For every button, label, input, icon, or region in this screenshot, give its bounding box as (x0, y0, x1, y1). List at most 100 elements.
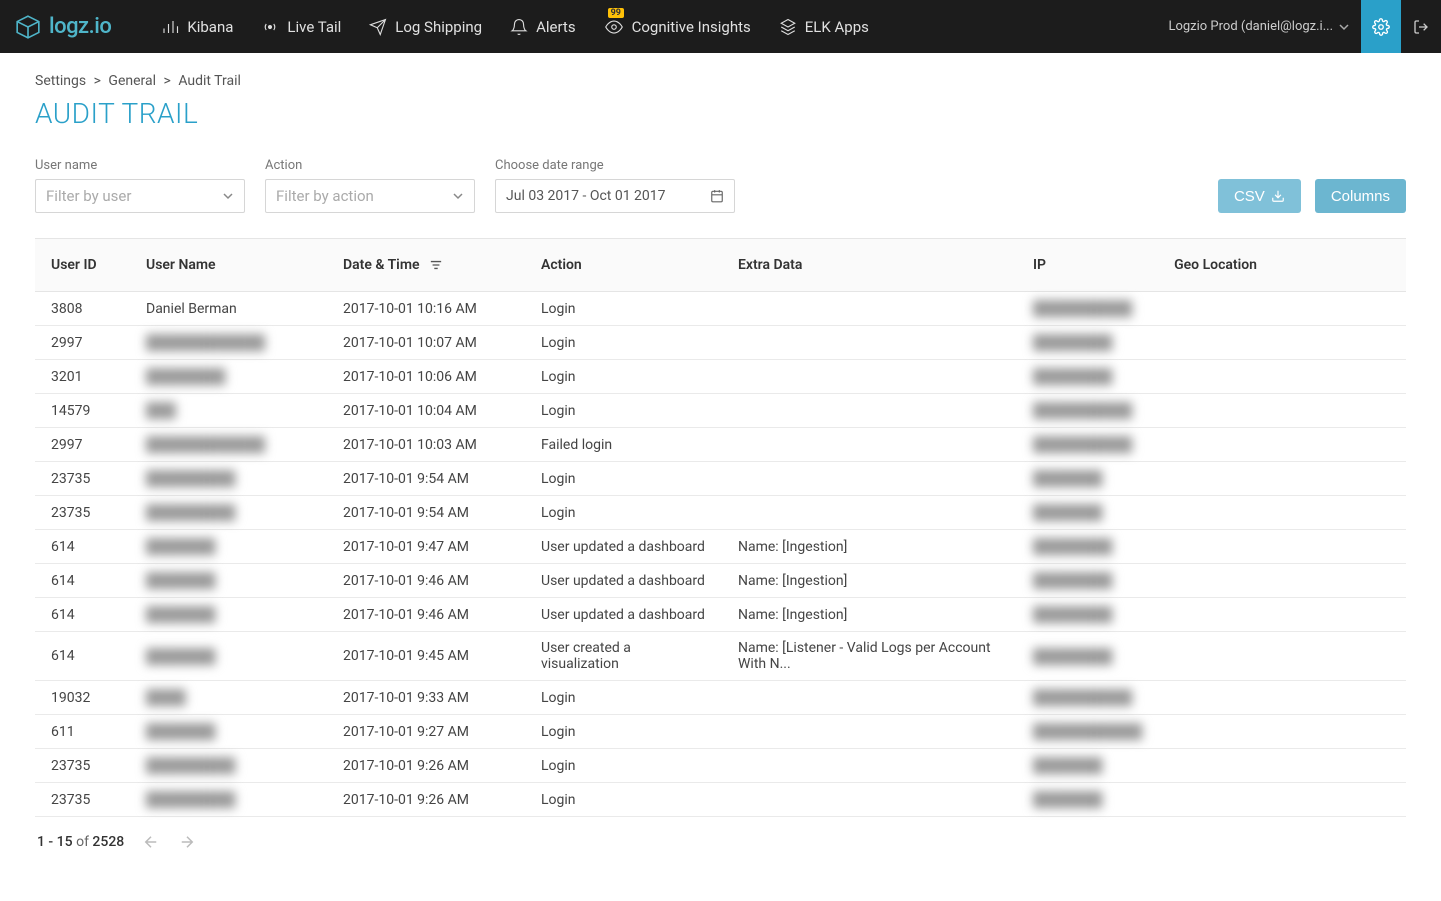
date-range-picker[interactable]: Jul 03 2017 - Oct 01 2017 (495, 179, 735, 213)
of-label: of (76, 834, 89, 850)
cell-user-id: 3808 (35, 292, 130, 326)
cell-action: Login (525, 715, 722, 749)
cell-user-id: 3201 (35, 360, 130, 394)
cell-user-id: 19032 (35, 681, 130, 715)
cell-ip: ███████ (1017, 462, 1158, 496)
th-user-id[interactable]: User ID (35, 239, 130, 292)
cell-user-id: 14579 (35, 394, 130, 428)
breadcrumb-sep: > (164, 73, 171, 89)
cell-user-name: ████████████ (130, 428, 327, 462)
table-row: 23735█████████2017-10-01 9:54 AMLogin███… (35, 462, 1406, 496)
cell-date-time: 2017-10-01 9:46 AM (327, 564, 525, 598)
cell-action: Login (525, 394, 722, 428)
caret-down-icon (1339, 22, 1349, 32)
cell-date-time: 2017-10-01 10:16 AM (327, 292, 525, 326)
csv-export-button[interactable]: CSV (1218, 179, 1301, 213)
cell-ip: ██████████ (1017, 681, 1158, 715)
paper-plane-icon (369, 18, 387, 36)
cell-ip: ███████ (1017, 496, 1158, 530)
page-content: Settings > General > Audit Trail AUDIT T… (0, 53, 1441, 871)
th-label: Date & Time (343, 257, 420, 273)
breadcrumb-item[interactable]: Audit Trail (178, 73, 241, 89)
cell-date-time: 2017-10-01 10:03 AM (327, 428, 525, 462)
nav-item-cognitive[interactable]: 99 Cognitive Insights (604, 18, 751, 36)
th-extra-data[interactable]: Extra Data (722, 239, 1017, 292)
nav-items: Kibana Live Tail Log Shipping Alerts 99 … (161, 18, 1156, 36)
cell-user-id: 23735 (35, 783, 130, 817)
nav-item-livetail[interactable]: Live Tail (261, 18, 341, 36)
account-dropdown[interactable]: Logzio Prod (daniel@logz.i... (1156, 19, 1361, 34)
th-date-time[interactable]: Date & Time (327, 239, 525, 292)
nav-label: Alerts (536, 18, 576, 36)
cell-date-time: 2017-10-01 9:26 AM (327, 783, 525, 817)
page-title: AUDIT TRAIL (35, 97, 1406, 130)
settings-button[interactable] (1361, 0, 1401, 53)
th-action[interactable]: Action (525, 239, 722, 292)
nav-item-logshipping[interactable]: Log Shipping (369, 18, 482, 36)
table-row: 3808Daniel Berman2017-10-01 10:16 AMLogi… (35, 292, 1406, 326)
cell-user-id: 614 (35, 564, 130, 598)
action-buttons: CSV Columns (1218, 179, 1406, 213)
cell-extra: Name: [Ingestion] (722, 598, 1017, 632)
sort-icon (429, 259, 443, 271)
page-total: 2528 (92, 834, 124, 850)
page-range: 1 - 15 (37, 834, 73, 850)
action-filter-select[interactable]: Filter by action (265, 179, 475, 213)
cell-geo (1158, 292, 1406, 326)
cell-geo (1158, 783, 1406, 817)
notification-badge: 99 (608, 8, 624, 18)
download-icon (1271, 189, 1285, 203)
nav-item-alerts[interactable]: Alerts (510, 18, 576, 36)
cell-extra: Name: [Ingestion] (722, 564, 1017, 598)
prev-page-button[interactable] (142, 833, 160, 851)
nav-label: Log Shipping (395, 18, 482, 36)
cell-geo (1158, 749, 1406, 783)
cell-ip: ████████ (1017, 632, 1158, 681)
cell-ip: ████████ (1017, 326, 1158, 360)
cell-ip: ███████ (1017, 749, 1158, 783)
cell-ip: ██████████ (1017, 394, 1158, 428)
radio-icon (261, 18, 279, 36)
next-page-button[interactable] (178, 833, 196, 851)
cell-geo (1158, 530, 1406, 564)
th-geo[interactable]: Geo Location (1158, 239, 1406, 292)
cell-user-name: ████████████ (130, 326, 327, 360)
bell-icon (510, 18, 528, 36)
breadcrumb-item[interactable]: General (108, 73, 156, 89)
arrow-left-icon (142, 833, 160, 851)
date-value: Jul 03 2017 - Oct 01 2017 (506, 188, 666, 204)
cell-user-name: ████████ (130, 360, 327, 394)
breadcrumb-item[interactable]: Settings (35, 73, 86, 89)
cell-user-name: ███████ (130, 715, 327, 749)
user-filter-select[interactable]: Filter by user (35, 179, 245, 213)
top-nav: logz.io Kibana Live Tail Log Shipping Al… (0, 0, 1441, 53)
cell-action: Login (525, 360, 722, 394)
table-row: 2997████████████2017-10-01 10:03 AMFaile… (35, 428, 1406, 462)
eye-icon (604, 18, 624, 36)
cell-geo (1158, 715, 1406, 749)
nav-item-elkapps[interactable]: ELK Apps (779, 18, 869, 36)
audit-table: User ID User Name Date & Time Action Ext… (35, 238, 1406, 817)
cell-user-id: 614 (35, 530, 130, 564)
table-row: 3201████████2017-10-01 10:06 AMLogin████… (35, 360, 1406, 394)
calendar-icon (710, 189, 724, 203)
nav-item-kibana[interactable]: Kibana (161, 18, 233, 36)
th-user-name[interactable]: User Name (130, 239, 327, 292)
brand-logo[interactable]: logz.io (15, 14, 111, 40)
placeholder: Filter by action (276, 187, 374, 205)
cell-user-id: 23735 (35, 496, 130, 530)
logout-button[interactable] (1401, 0, 1441, 53)
pagination: 1 - 15 of 2528 (35, 833, 1406, 851)
columns-button[interactable]: Columns (1315, 179, 1406, 213)
cell-date-time: 2017-10-01 9:45 AM (327, 632, 525, 681)
cell-date-time: 2017-10-01 9:26 AM (327, 749, 525, 783)
cell-date-time: 2017-10-01 9:46 AM (327, 598, 525, 632)
cell-geo (1158, 462, 1406, 496)
chevron-down-icon (222, 190, 234, 202)
cell-user-id: 23735 (35, 462, 130, 496)
cell-date-time: 2017-10-01 9:54 AM (327, 496, 525, 530)
cell-user-name: █████████ (130, 749, 327, 783)
th-ip[interactable]: IP (1017, 239, 1158, 292)
cell-user-id: 23735 (35, 749, 130, 783)
cell-extra (722, 681, 1017, 715)
